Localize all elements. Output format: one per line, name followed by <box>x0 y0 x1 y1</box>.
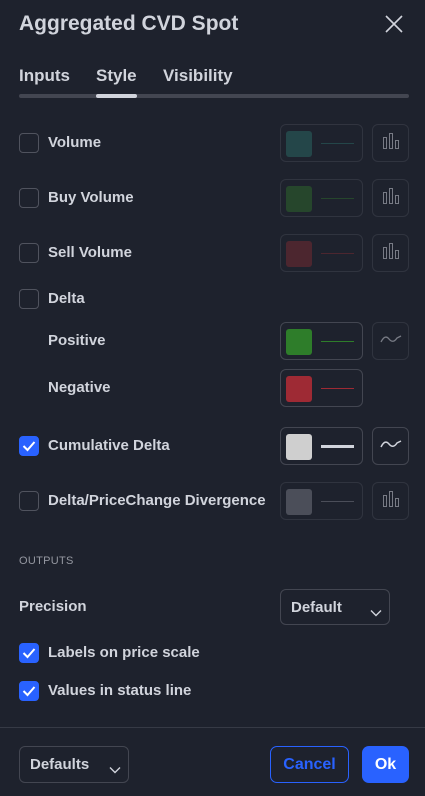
negative-style-picker[interactable] <box>280 369 363 407</box>
buy-volume-style-picker[interactable] <box>280 179 363 217</box>
cumulative-delta-plot-type-button[interactable] <box>372 427 409 465</box>
style-row-positive: Positive <box>0 321 425 361</box>
values-in-status-line-row: Values in status line <box>0 671 425 711</box>
defaults-dropdown[interactable]: Defaults <box>19 746 129 783</box>
positive-label: Positive <box>48 332 106 349</box>
values-in-status-line-checkbox[interactable] <box>19 681 39 701</box>
divergence-plot-type-button[interactable] <box>372 482 409 520</box>
check-icon <box>22 441 36 452</box>
histogram-icon <box>381 187 401 210</box>
delta-label: Delta <box>48 290 85 307</box>
precision-value: Default <box>291 599 342 616</box>
delta-checkbox[interactable] <box>19 289 39 309</box>
check-icon <box>22 648 36 659</box>
volume-checkbox[interactable] <box>19 133 39 153</box>
volume-style-picker[interactable] <box>280 124 363 162</box>
footer-divider <box>0 727 425 728</box>
labels-on-price-scale-label: Labels on price scale <box>48 644 200 661</box>
histogram-icon <box>381 490 401 513</box>
positive-style-picker[interactable] <box>280 322 363 360</box>
volume-line-sample <box>321 143 354 144</box>
check-icon <box>22 686 36 697</box>
tab-style[interactable]: Style <box>96 66 137 86</box>
positive-color-swatch <box>286 329 312 355</box>
outputs-section-title: OUTPUTS <box>19 555 74 567</box>
cumulative-delta-style-picker[interactable] <box>280 427 363 465</box>
style-row-negative: Negative <box>0 368 425 408</box>
buy-volume-label: Buy Volume <box>48 189 134 206</box>
buy-volume-color-swatch <box>286 186 312 212</box>
style-row-volume: Volume <box>0 123 425 163</box>
sell-volume-line-sample <box>321 253 354 254</box>
buy-volume-line-sample <box>321 198 354 199</box>
divergence-color-swatch <box>286 489 312 515</box>
tab-bar: Inputs Style Visibility <box>19 62 409 98</box>
cumulative-delta-checkbox[interactable] <box>19 436 39 456</box>
cancel-button[interactable]: Cancel <box>270 746 349 783</box>
style-row-cumulative-delta: Cumulative Delta <box>0 426 425 466</box>
precision-label: Precision <box>19 598 87 615</box>
sell-volume-plot-type-button[interactable] <box>372 234 409 272</box>
style-row-buy-volume: Buy Volume <box>0 178 425 218</box>
tab-track <box>19 94 409 98</box>
line-wave-icon <box>379 437 402 456</box>
volume-label: Volume <box>48 134 102 151</box>
buy-volume-checkbox[interactable] <box>19 188 39 208</box>
volume-plot-type-button[interactable] <box>372 124 409 162</box>
divergence-label: Delta/PriceChange Divergence <box>48 492 266 509</box>
negative-line-sample <box>321 388 354 389</box>
divergence-line-sample <box>321 501 354 502</box>
volume-color-swatch <box>286 131 312 157</box>
line-wave-icon <box>379 332 402 351</box>
style-row-divergence: Delta/PriceChange Divergence <box>0 481 425 521</box>
active-tab-indicator <box>96 94 137 98</box>
cumulative-delta-line-sample <box>321 445 354 448</box>
negative-label: Negative <box>48 379 111 396</box>
ok-button[interactable]: Ok <box>362 746 409 783</box>
tab-inputs[interactable]: Inputs <box>19 66 70 86</box>
style-row-delta: Delta <box>0 279 425 319</box>
divergence-checkbox[interactable] <box>19 491 39 511</box>
close-button[interactable] <box>380 12 408 40</box>
values-in-status-line-label: Values in status line <box>48 682 192 699</box>
divergence-style-picker[interactable] <box>280 482 363 520</box>
positive-plot-type-button[interactable] <box>372 322 409 360</box>
chevron-down-icon <box>370 604 382 622</box>
negative-color-swatch <box>286 376 312 402</box>
style-row-sell-volume: Sell Volume <box>0 233 425 273</box>
sell-volume-style-picker[interactable] <box>280 234 363 272</box>
chevron-down-icon <box>109 761 121 779</box>
tab-visibility[interactable]: Visibility <box>163 66 233 86</box>
labels-on-price-scale-checkbox[interactable] <box>19 643 39 663</box>
histogram-icon <box>381 132 401 155</box>
positive-line-sample <box>321 341 354 342</box>
labels-on-price-scale-row: Labels on price scale <box>0 633 425 673</box>
sell-volume-color-swatch <box>286 241 312 267</box>
buy-volume-plot-type-button[interactable] <box>372 179 409 217</box>
dialog-title: Aggregated CVD Spot <box>19 12 239 35</box>
sell-volume-checkbox[interactable] <box>19 243 39 263</box>
dialog-header: Aggregated CVD Spot <box>0 0 425 56</box>
sell-volume-label: Sell Volume <box>48 244 132 261</box>
defaults-label: Defaults <box>30 756 90 773</box>
histogram-icon <box>381 242 401 265</box>
precision-select[interactable]: Default <box>280 589 390 625</box>
cumulative-delta-label: Cumulative Delta <box>48 437 170 454</box>
close-icon <box>384 14 404 39</box>
cumulative-delta-color-swatch <box>286 434 312 460</box>
